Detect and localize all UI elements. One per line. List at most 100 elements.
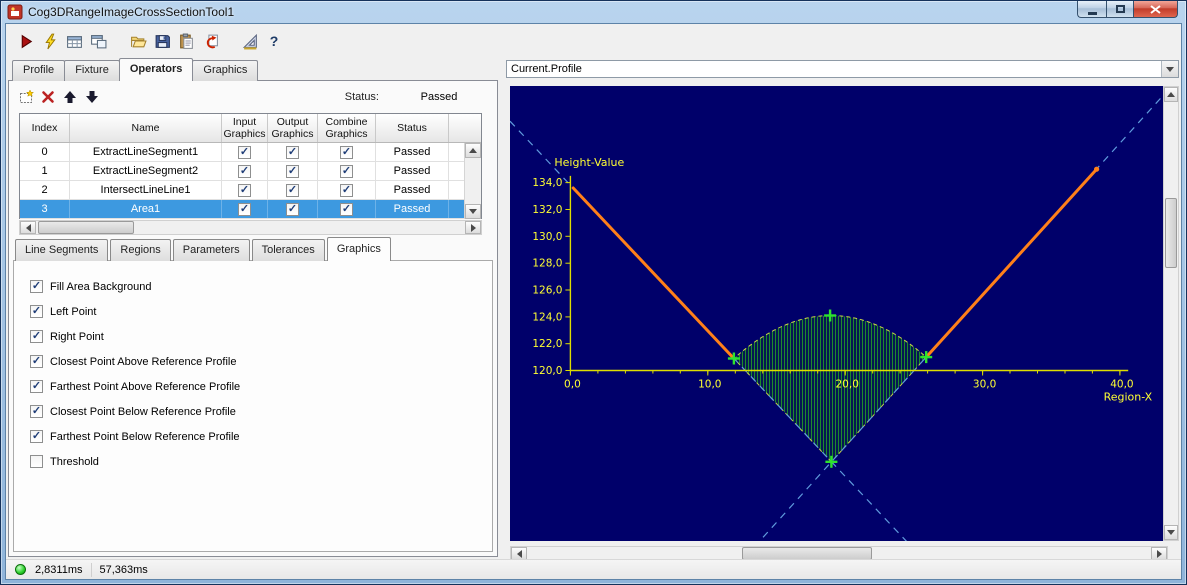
move-down-icon (84, 89, 100, 105)
move-down-button[interactable] (81, 86, 103, 108)
float-results-icon (90, 33, 107, 50)
operators-tab-content: Status: Passed IndexNameInput GraphicsOu… (8, 80, 498, 557)
run-button[interactable] (14, 29, 38, 53)
closest-point-below-reference-profile-checkbox[interactable]: ✓ (30, 405, 43, 418)
run-status-led (15, 564, 26, 575)
table-vertical-scrollbar[interactable] (464, 143, 481, 219)
delete-operator-icon (40, 89, 56, 105)
tab-profile[interactable]: Profile (12, 60, 65, 81)
farthest-point-below-reference-profile-checkbox[interactable]: ✓ (30, 430, 43, 443)
sub-tab-regions[interactable]: Regions (110, 239, 170, 261)
column-header-status[interactable]: Status (376, 114, 449, 142)
combine-graphics-checkbox[interactable]: ✓ (340, 165, 353, 178)
minimize-button[interactable] (1077, 1, 1106, 18)
chevron-down-icon (1166, 67, 1174, 72)
input-graphics-cell: ✓ (222, 200, 268, 218)
output-graphics-cell: ✓ (268, 143, 318, 161)
float-results-button[interactable] (86, 29, 110, 53)
combine-graphics-checkbox[interactable]: ✓ (340, 146, 353, 159)
status-value: Passed (409, 91, 469, 103)
scrollbar-thumb[interactable] (38, 221, 134, 234)
column-header-name[interactable]: Name (70, 114, 222, 142)
scroll-down-button[interactable] (1164, 525, 1178, 540)
sub-tab-line-segments[interactable]: Line Segments (15, 239, 108, 261)
operator-row-extractlinesegment2[interactable]: 1ExtractLineSegment2✓✓✓Passed (20, 162, 481, 181)
main-toolbar: ? (6, 24, 1181, 58)
output-graphics-checkbox[interactable]: ✓ (286, 165, 299, 178)
scrollbar-track[interactable] (1164, 102, 1178, 525)
new-operator-button[interactable] (15, 86, 37, 108)
run-icon (18, 33, 35, 50)
sub-tab-parameters[interactable]: Parameters (173, 239, 250, 261)
input-graphics-checkbox[interactable]: ✓ (238, 203, 251, 216)
output-graphics-checkbox[interactable]: ✓ (286, 184, 299, 197)
combine-graphics-checkbox[interactable]: ✓ (340, 203, 353, 216)
input-graphics-checkbox[interactable]: ✓ (238, 184, 251, 197)
dropdown-button[interactable] (1161, 61, 1178, 77)
operators-table: IndexNameInput GraphicsOutput GraphicsCo… (19, 113, 482, 219)
close-button[interactable] (1133, 1, 1178, 18)
input-graphics-checkbox[interactable]: ✓ (238, 146, 251, 159)
column-header-output-graphics[interactable]: Output Graphics (268, 114, 318, 142)
input-graphics-cell: ✓ (222, 162, 268, 180)
arrow-right-icon (1157, 550, 1162, 558)
tab-fixture[interactable]: Fixture (64, 60, 120, 81)
operator-row-area1[interactable]: 3Area1✓✓✓Passed (20, 200, 481, 219)
reset-button[interactable] (198, 29, 222, 53)
tab-operators[interactable]: Operators (119, 58, 194, 81)
save-file-button[interactable] (150, 29, 174, 53)
sub-tab-tolerances[interactable]: Tolerances (252, 239, 325, 261)
fill-area-background-checkbox[interactable]: ✓ (30, 280, 43, 293)
scrollbar-thumb[interactable] (1165, 198, 1177, 268)
graphics-option-fill-area-background: ✓Fill Area Background (14, 274, 492, 299)
profile-selector[interactable]: Current.Profile (506, 60, 1179, 78)
operator-row-extractlinesegment1[interactable]: 0ExtractLineSegment1✓✓✓Passed (20, 143, 481, 162)
output-graphics-checkbox[interactable]: ✓ (286, 203, 299, 216)
move-up-button[interactable] (59, 86, 81, 108)
graphics-options-list: ✓Fill Area Background✓Left Point✓Right P… (14, 261, 492, 474)
output-graphics-checkbox[interactable]: ✓ (286, 146, 299, 159)
result-grid-button[interactable] (62, 29, 86, 53)
y-tick-label: 126,0 (532, 285, 562, 297)
column-header-combine-graphics[interactable]: Combine Graphics (318, 114, 376, 142)
help-button[interactable]: ? (262, 29, 286, 53)
index-cell: 2 (20, 181, 70, 199)
scroll-up-button[interactable] (465, 143, 481, 158)
farthest-point-above-reference-profile-checkbox[interactable]: ✓ (30, 380, 43, 393)
tab-graphics[interactable]: Graphics (192, 60, 258, 81)
sub-tab-graphics[interactable]: Graphics (327, 237, 391, 261)
scroll-left-button[interactable] (20, 221, 36, 234)
maximize-button[interactable] (1106, 1, 1133, 18)
electric-run-button[interactable] (38, 29, 62, 53)
output-graphics-cell: ✓ (268, 162, 318, 180)
column-header-input-graphics[interactable]: Input Graphics (222, 114, 268, 142)
chart-vertical-scrollbar[interactable] (1163, 86, 1179, 541)
status-cell: Passed (376, 181, 449, 199)
scroll-down-button[interactable] (465, 204, 481, 219)
scroll-right-button[interactable] (465, 221, 481, 234)
graphics-options-panel: ✓Fill Area Background✓Left Point✓Right P… (13, 260, 493, 552)
measure-tool-button[interactable] (238, 29, 262, 53)
threshold-checkbox[interactable] (30, 455, 43, 468)
left-point-checkbox[interactable]: ✓ (30, 305, 43, 318)
title-bar[interactable]: Cog3DRangeImageCrossSectionTool1 (1, 1, 1186, 23)
scroll-up-button[interactable] (1164, 87, 1178, 102)
combine-graphics-checkbox[interactable]: ✓ (340, 184, 353, 197)
delete-operator-button[interactable] (37, 86, 59, 108)
right-point-checkbox[interactable]: ✓ (30, 330, 43, 343)
paste-button[interactable] (174, 29, 198, 53)
status-bar: 2,8311ms 57,363ms (6, 559, 1181, 579)
input-graphics-checkbox[interactable]: ✓ (238, 165, 251, 178)
operator-row-intersectlineline1[interactable]: 2IntersectLineLine1✓✓✓Passed (20, 181, 481, 200)
closest-point-above-reference-profile-checkbox[interactable]: ✓ (30, 355, 43, 368)
minimize-icon (1088, 12, 1097, 15)
y-tick-label: 130,0 (532, 231, 562, 243)
table-horizontal-scrollbar[interactable] (19, 220, 482, 235)
header-scrollbar-spacer (449, 114, 466, 142)
column-header-index[interactable]: Index (20, 114, 70, 142)
open-file-button[interactable] (126, 29, 150, 53)
profile-chart[interactable]: 134,0132,0130,0128,0126,0124,0122,0120,0… (510, 86, 1168, 541)
x-tick-label: 0,0 (564, 379, 581, 391)
arrow-up-icon (469, 148, 477, 153)
move-up-icon (62, 89, 78, 105)
